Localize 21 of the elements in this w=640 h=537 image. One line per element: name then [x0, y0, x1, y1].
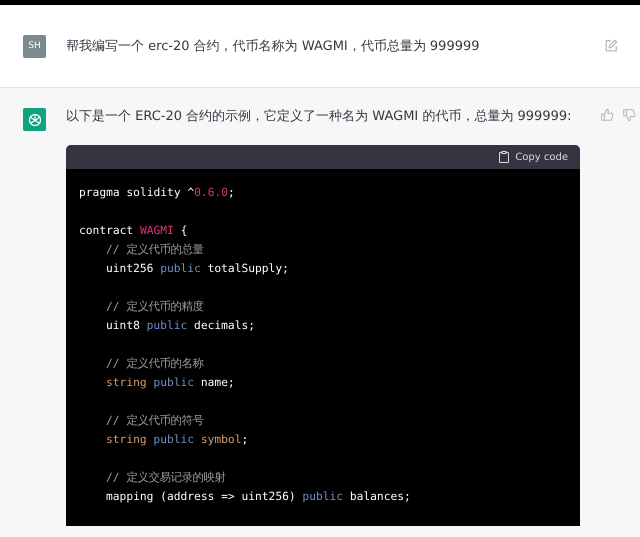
code-line: // 定义代币的精度: [106, 299, 204, 315]
code-line: contract WAGMI {: [79, 223, 188, 239]
assistant-message: 以下是一个 ERC-20 合约的示例，它定义了一种名为 WAGMI 的代币，总量为 999999:: [66, 108, 573, 126]
code-line: mapping (address => uint256) public balances;: [106, 489, 411, 505]
code-line: // 定义代币的符号: [106, 413, 204, 429]
copy-code-button[interactable]: Copy code: [499, 151, 568, 163]
thumbs-up-icon[interactable]: [600, 108, 614, 122]
user-message: 帮我编写一个 erc-20 合约，代币名称为 WAGMI，代币总量为 999999: [66, 38, 481, 55]
code-line: uint256 public totalSupply;: [106, 261, 289, 277]
code-line: pragma solidity ^0.6.0;: [79, 185, 235, 201]
code-line: string public symbol;: [106, 432, 248, 448]
user-avatar: SH: [23, 34, 46, 58]
code-line: // 定义交易记录的映射: [106, 470, 226, 486]
edit-icon[interactable]: [604, 39, 618, 53]
assistant-logo-icon: [23, 108, 46, 131]
code-line: uint8 public decimals;: [106, 318, 256, 334]
code-line: // 定义代币的名称: [106, 356, 204, 372]
thumbs-down-icon[interactable]: [622, 108, 636, 122]
clipboard-icon: [499, 151, 510, 163]
code-line: string public name;: [106, 375, 235, 391]
code-line: // 定义代币的总量: [106, 242, 204, 258]
